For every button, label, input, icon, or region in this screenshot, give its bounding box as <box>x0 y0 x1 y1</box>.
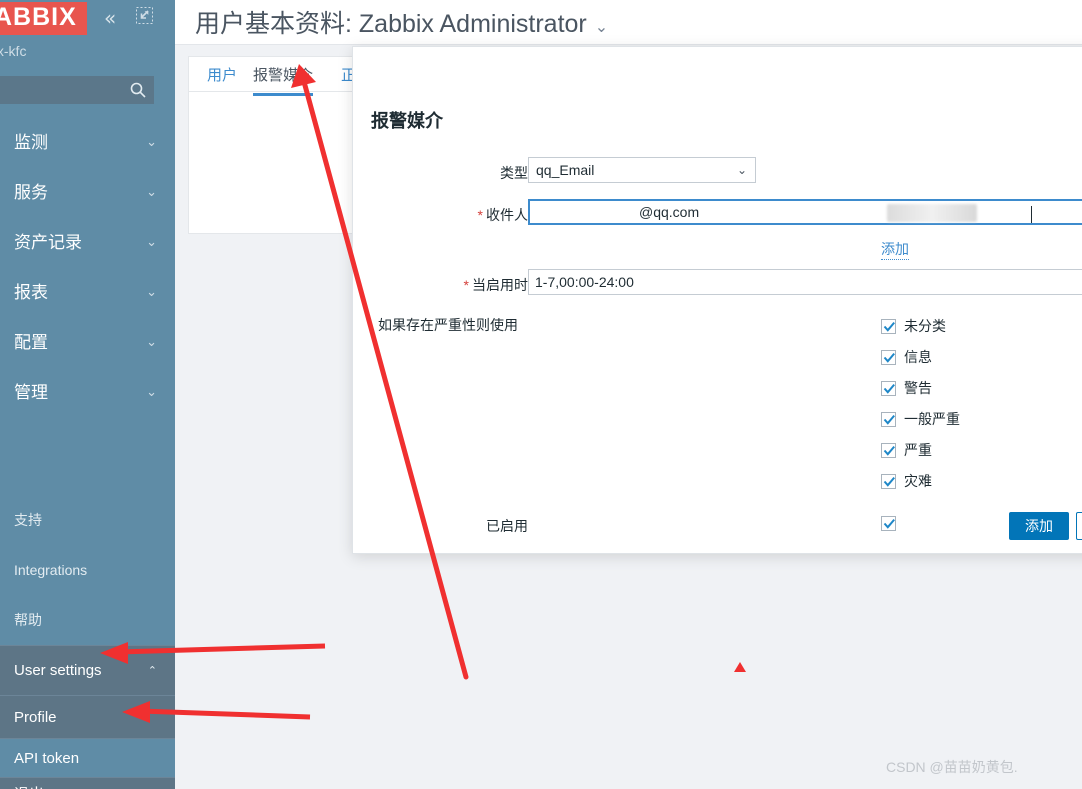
sidebar-item-monitoring[interactable]: 监测 ⌄ <box>0 118 175 168</box>
sendto-value: @qq.com <box>639 204 700 220</box>
checkbox[interactable] <box>881 412 896 427</box>
sidebar-item-logout[interactable]: 退出 <box>0 777 175 789</box>
sidebar-item-label: 报表 <box>14 283 48 302</box>
sidebar-logo-row: ABBIX « <box>0 0 175 40</box>
sidebar-item-help[interactable]: 帮助 <box>0 595 175 645</box>
chevron-down-icon: ⌄ <box>146 135 157 150</box>
checkbox[interactable] <box>881 516 896 531</box>
checkbox[interactable] <box>881 443 896 458</box>
when-active-value: 1-7,00:00-24:00 <box>535 274 634 290</box>
sidebar-item-support[interactable]: 支持 <box>0 495 175 545</box>
checkbox-label: 警告 <box>904 380 932 396</box>
sidebar-item-label: 资产记录 <box>14 233 82 252</box>
chevron-up-icon: ⌃ <box>147 664 157 677</box>
checkbox[interactable] <box>881 319 896 334</box>
server-name-label: bix-kfc <box>0 43 27 59</box>
sidebar: ABBIX « bix-kfc 监测 ⌄ <box>0 0 175 789</box>
when-active-label-text: 当启用时 <box>472 277 528 293</box>
checkbox-label: 严重 <box>904 442 932 458</box>
header-bar: 用户基本资料: Zabbix Administrator ⌄ <box>175 0 1082 45</box>
type-select-value: qq_Email <box>536 162 595 178</box>
checkbox-label: 一般严重 <box>904 411 960 427</box>
add-button[interactable]: 添加 <box>1009 512 1069 540</box>
add-sendto-link[interactable]: 添加 <box>881 239 909 260</box>
sidebar-item-configuration[interactable]: 配置 ⌄ <box>0 318 175 368</box>
csdn-watermark: CSDN @苗苗奶黄包. <box>886 759 1018 775</box>
page-title-text: 用户基本资料: Zabbix Administrator <box>195 10 587 38</box>
enabled-label: 已启用 <box>486 518 528 534</box>
sidebar-item-services[interactable]: 服务 ⌄ <box>0 168 175 218</box>
sidebar-item-user-settings[interactable]: User settings ⌃ <box>0 645 175 695</box>
sidebar-item-profile[interactable]: Profile <box>0 695 175 738</box>
search-icon <box>129 81 147 99</box>
sendto-input[interactable]: @qq.com <box>528 199 1082 225</box>
sidebar-main-nav: 监测 ⌄ 服务 ⌄ 资产记录 ⌄ 报表 ⌄ 配置 ⌄ 管理 ⌄ <box>0 118 175 418</box>
search-input[interactable] <box>0 76 154 104</box>
alert-media-dialog: 报警媒介 类型 qq_Email ⌄ * 收件人 @qq.com 添加 * 当启… <box>352 46 1082 554</box>
sidebar-item-label: 服务 <box>14 183 48 202</box>
sidebar-item-inventory[interactable]: 资产记录 ⌄ <box>0 218 175 268</box>
checkbox[interactable] <box>881 381 896 396</box>
when-active-input[interactable]: 1-7,00:00-24:00 <box>528 269 1082 295</box>
sidebar-item-reports[interactable]: 报表 ⌄ <box>0 268 175 318</box>
chevron-down-icon: ⌄ <box>736 163 747 177</box>
required-marker: * <box>463 277 469 293</box>
checkbox[interactable] <box>881 350 896 365</box>
sendto-label: * 收件人 <box>393 205 528 225</box>
sidebar-item-label: User settings <box>14 662 102 679</box>
sidebar-item-label: 监测 <box>14 133 48 152</box>
chevron-down-icon[interactable]: ⌄ <box>595 17 608 36</box>
collapse-sidebar-icon[interactable]: « <box>104 8 116 28</box>
screenshot-root: ABBIX « bix-kfc 监测 ⌄ <box>0 0 1082 789</box>
chevron-down-icon: ⌄ <box>146 235 157 250</box>
text-cursor <box>1031 206 1032 223</box>
type-label: 类型 <box>500 165 528 181</box>
tab-alert-media[interactable]: 报警媒介 <box>253 64 314 96</box>
required-marker: * <box>477 207 483 223</box>
redacted-email-region <box>887 204 977 222</box>
when-active-label: * 当启用时 <box>393 275 528 295</box>
cancel-button[interactable]: 取消 <box>1076 512 1082 540</box>
checkbox-label: 灾难 <box>904 473 932 489</box>
sendto-label-text: 收件人 <box>486 207 528 223</box>
sidebar-item-api-token[interactable]: API token <box>0 738 175 777</box>
sidebar-item-label: 管理 <box>14 383 48 402</box>
checkbox-label: 未分类 <box>904 318 946 334</box>
checkbox[interactable] <box>881 474 896 489</box>
checkbox-label: 信息 <box>904 349 932 365</box>
sidebar-lower-nav: 支持 Integrations 帮助 User settings ⌃ Profi… <box>0 495 175 789</box>
type-select[interactable]: qq_Email ⌄ <box>528 157 756 183</box>
expand-sidebar-icon[interactable] <box>136 7 153 24</box>
page-title: 用户基本资料: Zabbix Administrator ⌄ <box>195 4 608 40</box>
chevron-down-icon: ⌄ <box>146 335 157 350</box>
sidebar-item-integrations[interactable]: Integrations <box>0 545 175 595</box>
sidebar-item-label: 配置 <box>14 333 48 352</box>
tab-user[interactable]: 用户 <box>207 64 237 93</box>
chevron-down-icon: ⌄ <box>146 385 157 400</box>
severity-label: 如果存在严重性则使用 <box>378 317 518 333</box>
zabbix-logo[interactable]: ABBIX <box>0 2 87 35</box>
dialog-title: 报警媒介 <box>371 111 443 131</box>
chevron-down-icon: ⌄ <box>146 285 157 300</box>
chevron-down-icon: ⌄ <box>146 185 157 200</box>
sidebar-item-administration[interactable]: 管理 ⌄ <box>0 368 175 418</box>
